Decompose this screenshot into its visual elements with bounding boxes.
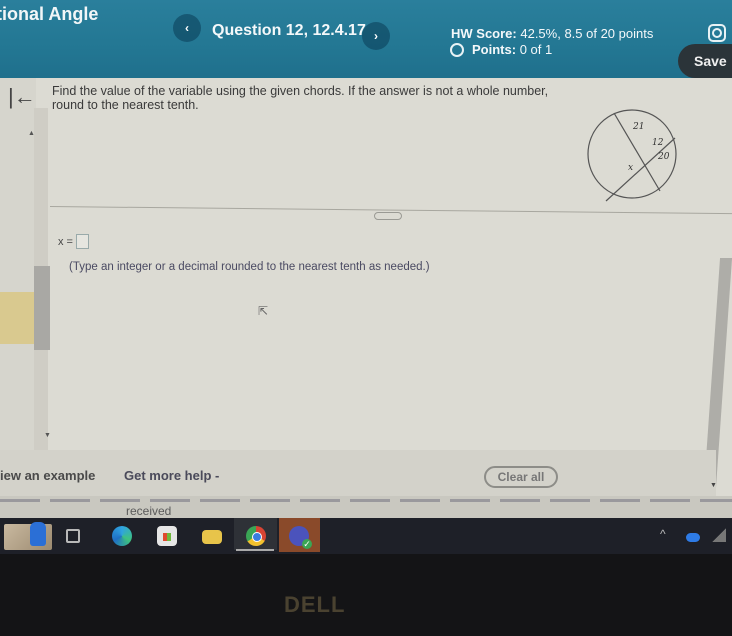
chrome-active-indicator [236, 549, 274, 551]
answer-input[interactable] [75, 234, 89, 249]
background-partial-text: received [126, 504, 172, 518]
left-scrollbar-thumb[interactable] [34, 266, 50, 350]
scroll-down-arrow-icon[interactable]: ▼ [44, 432, 51, 439]
edge-icon[interactable] [112, 526, 132, 546]
wifi-icon[interactable] [712, 528, 726, 542]
gear-icon[interactable] [708, 24, 726, 42]
points-label: Points: [472, 42, 517, 57]
hw-score-value: 42.5%, 8.5 of 20 points [520, 26, 654, 41]
answer-hint: (Type an integer or a decimal rounded to… [69, 261, 430, 273]
task-view-icon[interactable] [66, 529, 80, 543]
help-footer: iew an example Get more help - Clear all… [0, 450, 717, 496]
next-question-button[interactable]: › [362, 22, 390, 50]
question-label: Question 12, 12.4.17 [212, 22, 366, 39]
hw-score-label: HW Score: [451, 26, 517, 41]
label-12: 12 [652, 138, 664, 148]
chevron-right-icon: › [374, 29, 378, 43]
label-21: 21 [632, 122, 644, 132]
store-icon[interactable] [157, 526, 177, 546]
points-value: 0 of 1 [519, 42, 553, 57]
background-window: received [0, 496, 732, 518]
expand-handle[interactable] [374, 212, 402, 220]
save-button[interactable]: Save [678, 44, 732, 78]
onedrive-icon[interactable] [686, 533, 700, 542]
teams-icon[interactable] [289, 526, 312, 549]
label-20: 20 [657, 152, 670, 162]
background-text-line [0, 499, 732, 502]
chord-b [605, 137, 676, 202]
clear-all-button[interactable]: Clear all [484, 466, 558, 488]
question-prompt: Find the value of the variable using the… [52, 84, 549, 112]
chrome-icon[interactable] [246, 526, 266, 546]
chevron-left-icon: ‹ [185, 21, 189, 35]
label-x: x [628, 163, 633, 173]
assignment-title: tional Angle [0, 4, 99, 24]
chords-diagram: 21 12 20 x [587, 109, 677, 202]
previous-question-button[interactable]: ‹ [173, 14, 201, 42]
laptop-bezel [0, 554, 732, 636]
dell-logo: DELL [284, 592, 346, 617]
scroll-down-arrow-icon[interactable]: ▼ [710, 482, 717, 489]
points-circle-icon [450, 42, 464, 57]
mouse-cursor-icon: ⇱ [258, 304, 269, 318]
taskbar [0, 518, 732, 554]
scroll-up-arrow-icon[interactable]: ▲ [28, 130, 35, 137]
assignment-header: tional Angle ‹ Question 12, 12.4.17 › HW… [0, 0, 732, 80]
collapse-panel-icon[interactable]: |← [8, 86, 36, 108]
question-panel: |← ▲ ▼ Find the value of the variable us… [0, 78, 732, 518]
show-hidden-icons-chevron[interactable]: ^ [660, 527, 666, 541]
side-tab [0, 292, 34, 344]
answer-row: x = [58, 234, 89, 249]
file-explorer-icon[interactable] [202, 530, 222, 544]
answer-prefix: x = [58, 235, 73, 248]
get-more-help-menu[interactable]: Get more help - [124, 468, 219, 483]
points-status: Points: 0 of 1 [450, 42, 552, 57]
view-example-link[interactable]: iew an example [0, 468, 95, 483]
widget-figure-icon [30, 522, 46, 546]
hw-score: HW Score: 42.5%, 8.5 of 20 points [451, 26, 653, 41]
